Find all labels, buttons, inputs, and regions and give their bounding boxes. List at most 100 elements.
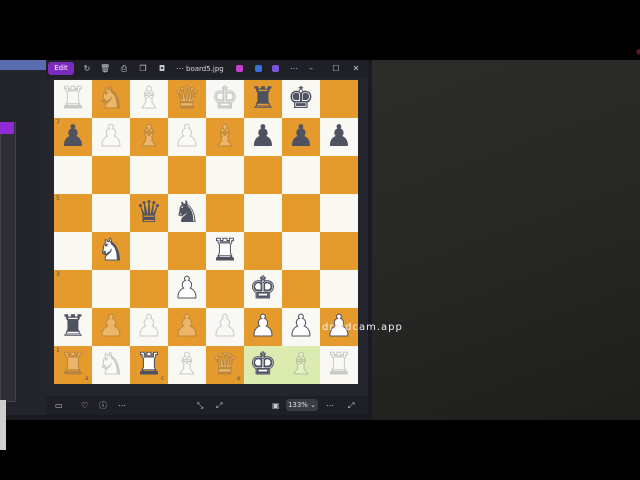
rank-label: 5 — [56, 195, 60, 202]
white-pawn-icon: ♟ — [173, 271, 201, 306]
delete-icon[interactable]: 🗑 — [100, 63, 110, 75]
white-bishop-icon: ♝ — [211, 119, 239, 154]
board-square: ♛ — [168, 80, 206, 118]
actual-size-icon[interactable]: ⤢ — [216, 400, 222, 411]
close-icon[interactable]: ✕ — [351, 63, 361, 75]
board-square — [130, 156, 168, 194]
rotate-icon[interactable]: ↻ — [82, 63, 92, 75]
fullscreen-icon[interactable]: ⤢ — [348, 400, 354, 411]
board-square: ♟ — [206, 308, 244, 346]
board-square: ♟ — [92, 118, 130, 156]
black-knight-icon: ♞ — [173, 195, 201, 230]
edit-button[interactable]: Edit — [48, 62, 74, 75]
board-square — [282, 270, 320, 308]
white-king-icon: ♚ — [249, 271, 277, 306]
white-pawn-icon: ♟ — [97, 309, 125, 344]
white-bishop-icon: ♝ — [287, 347, 315, 382]
background-window-strip — [0, 60, 46, 70]
black-pawn-icon: ♟ — [287, 119, 315, 154]
black-pawn-icon: ♟ — [59, 119, 87, 154]
board-square: ♞ — [92, 232, 130, 270]
white-king-icon: ♚ — [211, 81, 239, 116]
white-pawn-icon: ♟ — [173, 309, 201, 344]
board-square — [92, 270, 130, 308]
more-icon[interactable]: ⋯ — [118, 400, 126, 411]
camera-letterbox-top — [0, 0, 640, 60]
window-title: board5.jpg — [186, 65, 224, 73]
board-square: ♜ — [54, 308, 92, 346]
black-rook-icon: ♜ — [249, 81, 277, 116]
white-knight-icon: ♞ — [97, 81, 125, 116]
white-pawn-icon: ♟ — [173, 119, 201, 154]
copilot-icon[interactable] — [236, 65, 243, 72]
board-square — [54, 156, 92, 194]
white-rook-icon: ♜ — [59, 81, 87, 116]
rank-label: 1 — [56, 347, 60, 354]
heart-icon[interactable]: ♡ — [81, 400, 88, 411]
board-square: ♜ — [244, 80, 282, 118]
board-square — [244, 156, 282, 194]
board-square: ♞ — [92, 346, 130, 384]
file-label: a — [85, 375, 89, 382]
black-pawn-icon: ♟ — [249, 119, 277, 154]
watermark: droidcam.app — [322, 322, 403, 333]
black-pawn-icon: ♟ — [325, 119, 353, 154]
maximize-icon[interactable]: ☐ — [331, 63, 341, 75]
white-pawn-icon: ♟ — [135, 309, 163, 344]
board-square: ♞ — [92, 80, 130, 118]
board-square: ♜ — [320, 346, 358, 384]
board-square — [320, 232, 358, 270]
white-rook-icon: ♜ — [59, 347, 87, 382]
zoom-level[interactable]: 133% ⌄ — [286, 399, 318, 411]
board-square — [282, 156, 320, 194]
board-square: ♝ — [282, 346, 320, 384]
minimize-icon[interactable]: – — [306, 63, 316, 75]
board-square: ♟ — [282, 308, 320, 346]
more-icon[interactable]: ⋯ — [289, 63, 299, 75]
more-icon[interactable]: ⋯ — [175, 63, 185, 75]
fit-icon[interactable]: ⤡ — [197, 400, 203, 411]
file-label: c — [161, 375, 165, 382]
board-square: ♟ — [168, 308, 206, 346]
board-square: ♝ — [130, 80, 168, 118]
board-square — [54, 232, 92, 270]
zoom-level-text: 133% — [287, 401, 308, 409]
white-pawn-icon: ♟ — [249, 309, 277, 344]
background-window — [0, 60, 46, 450]
chess-board-image: ♜ ♞ ♝ ♛ ♚ ♜ ♚ ♟ ♟ ♝ ♟ ♝ ♟ ♟ ♟ ♛ ♞ ♞ ♜ ♟ ♚ ♜ ♟ ♟ ♟ ♟ ♟ ♟ ♟ ♜ ♞ ♜ ♝ ♛ ♚ ♝ ♜ 7 5 3… — [54, 80, 358, 384]
white-knight-icon: ♞ — [97, 347, 125, 382]
board-square — [320, 156, 358, 194]
board-square — [206, 194, 244, 232]
white-queen-icon: ♛ — [173, 81, 201, 116]
board-square — [282, 194, 320, 232]
board-square: ♟ — [244, 308, 282, 346]
background-dialog-accent — [0, 122, 14, 134]
white-pawn-icon: ♟ — [97, 119, 125, 154]
board-square — [168, 232, 206, 270]
white-queen-icon: ♛ — [211, 347, 239, 382]
board-square — [244, 194, 282, 232]
board-square — [320, 194, 358, 232]
board-square — [130, 232, 168, 270]
rank-label: 7 — [56, 119, 60, 126]
board-square — [206, 156, 244, 194]
aspect-icon[interactable]: ▣ — [272, 400, 280, 411]
board-square: ♟ — [320, 118, 358, 156]
screenshot-icon[interactable]: ◘ — [157, 63, 167, 75]
info-icon[interactable]: ⓘ — [99, 400, 107, 411]
board-square: ♟ — [168, 270, 206, 308]
clipchamp-icon[interactable] — [272, 65, 279, 72]
board-square: ♟ — [130, 308, 168, 346]
board-square: ♝ — [168, 346, 206, 384]
black-rook-icon: ♜ — [59, 309, 87, 344]
copy-icon[interactable]: ❐ — [138, 63, 148, 75]
white-rook-icon: ♜ — [211, 233, 239, 268]
designer-icon[interactable] — [255, 65, 262, 72]
board-square — [168, 156, 206, 194]
gallery-icon[interactable]: ▭ — [55, 400, 63, 411]
board-square: ♚ — [206, 80, 244, 118]
board-square: ♛ — [130, 194, 168, 232]
print-icon[interactable]: ⎙ — [119, 63, 129, 75]
board-square: ♞ — [168, 194, 206, 232]
more-icon[interactable]: ⋯ — [326, 400, 334, 411]
